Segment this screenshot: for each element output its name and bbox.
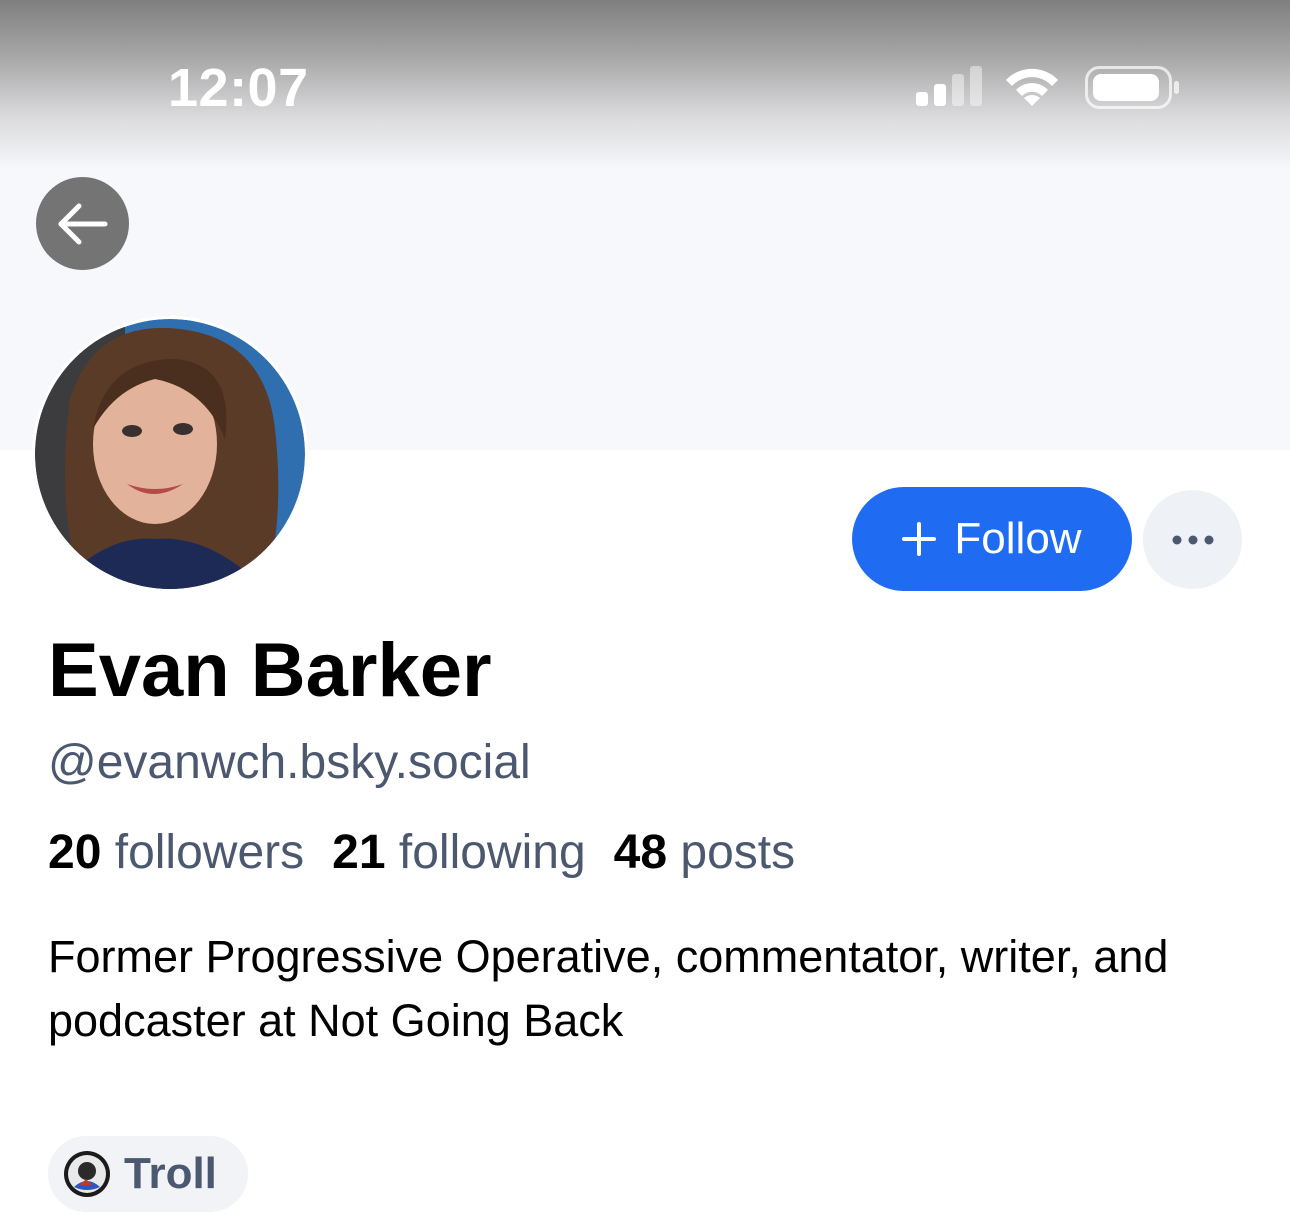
- following-label: following: [398, 826, 586, 879]
- profile-bio: Former Progressive Operative, commentato…: [48, 931, 1169, 1046]
- following-link[interactable]: 21 following: [332, 822, 586, 884]
- followers-count: 20: [48, 826, 102, 879]
- plus-icon: [902, 522, 937, 556]
- status-time: 12:07: [168, 58, 309, 118]
- battery-icon: [1085, 66, 1179, 109]
- followers-label: followers: [114, 826, 305, 879]
- cellular-signal-icon: [916, 66, 982, 106]
- posts-stat: 48 posts: [614, 822, 795, 884]
- profile-photo: [35, 319, 305, 589]
- posts-label: posts: [680, 826, 796, 879]
- posts-count: 48: [613, 826, 668, 879]
- following-count: 21: [332, 826, 386, 879]
- arrow-left-icon: [58, 203, 107, 244]
- follow-button[interactable]: Follow: [852, 487, 1132, 591]
- back-button[interactable]: [36, 177, 129, 270]
- labeler-avatar-icon: [64, 1151, 110, 1197]
- profile-handle: @evanwch.bsky.social: [48, 736, 531, 789]
- display-name: Evan Barker: [48, 628, 492, 713]
- follow-label: Follow: [954, 514, 1082, 563]
- moderation-label-chip[interactable]: Troll: [48, 1136, 248, 1212]
- profile-stats: 20 followers 21 following 48 posts: [48, 822, 823, 884]
- more-options-button[interactable]: [1143, 490, 1242, 589]
- label-text: Troll: [124, 1149, 217, 1198]
- status-icons: [910, 60, 1190, 120]
- status-bar: 12:07: [0, 0, 1290, 170]
- avatar[interactable]: [32, 316, 308, 592]
- wifi-icon: [1006, 68, 1058, 106]
- ellipsis-icon: [1172, 535, 1213, 544]
- followers-link[interactable]: 20 followers: [48, 822, 304, 884]
